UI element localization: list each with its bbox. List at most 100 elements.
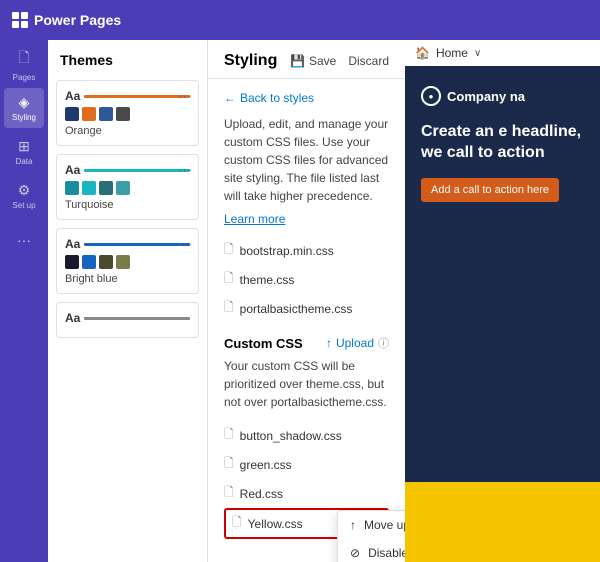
home-label: Home <box>436 46 468 60</box>
file-icon: 🗋 <box>224 425 234 446</box>
app-logo: Power Pages <box>12 12 121 28</box>
custom-css-desc: Your custom CSS will be prioritized over… <box>224 357 389 411</box>
sidebar-item-more[interactable]: ··· <box>4 220 44 260</box>
preview-header: 🏠 Home ∨ <box>405 40 600 66</box>
theme-preview-extra: Aa <box>65 311 190 325</box>
theme-preview-orange: Aa <box>65 89 190 103</box>
swatch <box>99 181 113 195</box>
theme-line-brightblue <box>84 243 190 246</box>
description-text: Upload, edit, and manage your custom CSS… <box>224 115 389 205</box>
theme-name-turquoise: Turquoise <box>65 199 190 211</box>
swatch <box>99 255 113 269</box>
company-name: Company na <box>447 89 525 104</box>
swatch <box>116 181 130 195</box>
app-title: Power Pages <box>34 12 121 28</box>
sidebar-item-data[interactable]: ⊞ Data <box>4 132 44 172</box>
more-icon: ··· <box>17 232 31 248</box>
context-menu-move-up[interactable]: ↑ Move up <box>338 511 405 539</box>
chevron-down-icon: ∨ <box>474 48 481 59</box>
theme-card-orange[interactable]: Aa Orange ··· <box>56 80 199 146</box>
logo-icon <box>12 12 28 28</box>
back-link[interactable]: ← Back to styles <box>224 91 389 105</box>
file-icon: 🗋 <box>224 269 234 290</box>
theme-card-extra[interactable]: Aa <box>56 302 199 338</box>
theme-more-orange[interactable]: ··· <box>178 87 192 103</box>
save-button[interactable]: 💾 Save <box>290 54 336 68</box>
system-file-list: 🗋 bootstrap.min.css 🗋 theme.css 🗋 portal… <box>224 236 389 323</box>
company-row: ● Company na <box>421 86 584 106</box>
file-item: 🗋 theme.css <box>224 265 389 294</box>
company-logo: ● <box>421 86 441 106</box>
topbar: Power Pages <box>0 0 600 40</box>
file-icon: 🗋 <box>224 298 234 319</box>
file-icon: 🗋 <box>232 513 242 534</box>
upload-button[interactable]: ↑ Upload ⓘ <box>326 335 389 351</box>
setup-icon: ⚙ <box>18 182 31 199</box>
file-icon: 🗋 <box>224 454 234 475</box>
custom-file-yellow: 🗋 Yellow.css ··· ↑ Move up ⊘ Disable <box>224 508 389 539</box>
upload-icon: ↑ <box>326 336 332 350</box>
theme-line-orange <box>84 95 190 98</box>
themes-panel: Themes Aa Orange ··· Aa <box>48 40 208 562</box>
theme-name-orange: Orange <box>65 125 190 137</box>
preview-bottom-decoration <box>405 482 600 562</box>
learn-more-link[interactable]: Learn more <box>224 212 285 226</box>
move-up-icon: ↑ <box>350 518 356 532</box>
custom-file-list: 🗋 button_shadow.css 🗋 green.css 🗋 Red.cs… <box>224 421 389 539</box>
swatch <box>116 255 130 269</box>
custom-file-item: 🗋 button_shadow.css <box>224 421 389 450</box>
custom-file-item: 🗋 Red.css <box>224 479 389 508</box>
info-icon: ⓘ <box>378 335 389 351</box>
styling-panel: Styling 💾 Save Discard ← Back to styles … <box>208 40 405 562</box>
sidebar-item-pages[interactable]: 🗋 Pages <box>4 44 44 84</box>
file-item: 🗋 portalbasictheme.css <box>224 294 389 323</box>
theme-more-brightblue[interactable]: ··· <box>178 235 192 251</box>
back-arrow-icon: ← <box>224 91 236 105</box>
context-menu: ↑ Move up ⊘ Disable ✏ Edit code <box>337 510 405 562</box>
context-menu-disable[interactable]: ⊘ Disable <box>338 539 405 562</box>
styling-header: Styling 💾 Save Discard <box>208 40 405 79</box>
swatch <box>65 255 79 269</box>
themes-title: Themes <box>56 52 199 68</box>
preview-headline: Create an e headline, we call to action <box>421 122 584 164</box>
theme-more-turquoise[interactable]: ··· <box>178 161 192 177</box>
file-icon: 🗋 <box>224 483 234 504</box>
discard-button[interactable]: Discard <box>348 54 389 68</box>
main-layout: 🗋 Pages ◈ Styling ⊞ Data ⚙ Set up ··· Th… <box>0 40 600 562</box>
swatch <box>82 181 96 195</box>
page-title: Styling <box>224 52 277 70</box>
theme-swatches-turquoise <box>65 181 190 195</box>
data-icon: ⊞ <box>18 138 30 155</box>
styling-body: ← Back to styles Upload, edit, and manag… <box>208 79 405 562</box>
styling-actions: 💾 Save Discard <box>290 54 389 68</box>
theme-card-turquoise[interactable]: Aa Turquoise ··· <box>56 154 199 220</box>
custom-css-title: Custom CSS <box>224 336 303 351</box>
swatch <box>65 181 79 195</box>
swatch <box>82 255 96 269</box>
custom-css-header: Custom CSS ↑ Upload ⓘ <box>224 335 389 351</box>
swatch <box>99 107 113 121</box>
file-icon: 🗋 <box>224 240 234 261</box>
theme-name-brightblue: Bright blue <box>65 273 190 285</box>
theme-line-extra <box>84 317 190 320</box>
sidebar-item-setup[interactable]: ⚙ Set up <box>4 176 44 216</box>
swatch <box>65 107 79 121</box>
left-nav: 🗋 Pages ◈ Styling ⊞ Data ⚙ Set up ··· <box>0 40 48 562</box>
theme-preview-turquoise: Aa <box>65 163 190 177</box>
sidebar-item-styling[interactable]: ◈ Styling <box>4 88 44 128</box>
theme-card-brightblue[interactable]: Aa Bright blue ··· <box>56 228 199 294</box>
theme-line-turquoise <box>84 169 190 172</box>
file-item: 🗋 bootstrap.min.css <box>224 236 389 265</box>
theme-preview-brightblue: Aa <box>65 237 190 251</box>
swatch <box>82 107 96 121</box>
preview-body: ● Company na Create an e headline, we ca… <box>405 66 600 222</box>
pages-icon: 🗋 <box>18 47 29 71</box>
styling-icon: ◈ <box>19 94 30 111</box>
swatch <box>116 107 130 121</box>
preview-panel: 🏠 Home ∨ ● Company na Create an e headli… <box>405 40 600 562</box>
custom-file-item: 🗋 green.css <box>224 450 389 479</box>
disable-icon: ⊘ <box>350 546 360 560</box>
cta-button: Add a call to action here <box>421 178 559 202</box>
theme-swatches-brightblue <box>65 255 190 269</box>
home-icon: 🏠 <box>415 46 430 60</box>
